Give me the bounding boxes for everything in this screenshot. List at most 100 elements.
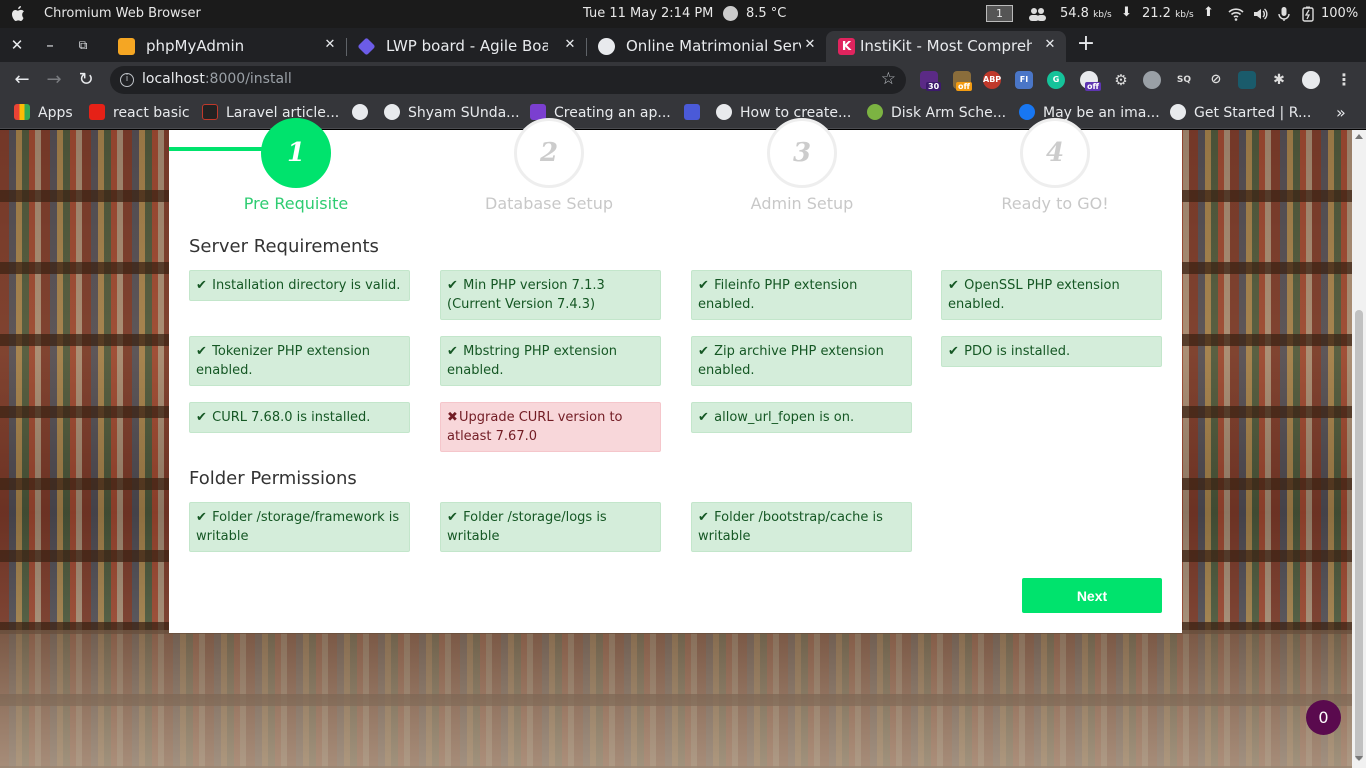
net-down-value: 54.8 bbox=[1060, 6, 1089, 21]
battery-icon[interactable] bbox=[1300, 6, 1316, 22]
window-close-icon[interactable]: ✕ bbox=[8, 36, 26, 54]
scrollbar-thumb[interactable] bbox=[1355, 310, 1363, 760]
bookmark-label: Apps bbox=[38, 105, 73, 121]
os-top-bar: Chromium Web Browser Tue 11 May 2:14 PM … bbox=[0, 0, 1366, 28]
requirement-text: CURL 7.68.0 is installed. bbox=[212, 410, 371, 425]
requirement-item: ✔ Zip archive PHP extension enabled. bbox=[691, 336, 912, 386]
check-icon: ✔ bbox=[698, 278, 709, 293]
tab-close-icon[interactable]: ✕ bbox=[1042, 37, 1058, 53]
back-arrow-icon[interactable]: ← bbox=[12, 70, 32, 90]
tab-strip: ✕ – ⧉ phpMyAdmin ✕ LWP board - Agile Boa… bbox=[0, 28, 1366, 62]
permission-text: Folder /storage/logs is writable bbox=[447, 510, 607, 544]
bookmark-label: Get Started | R... bbox=[1194, 105, 1312, 121]
permission-item: ✔ Folder /bootstrap/cache is writable bbox=[691, 502, 912, 552]
extension-slash-icon[interactable]: ⊘ bbox=[1207, 71, 1225, 89]
page-scrollbar[interactable] bbox=[1352, 130, 1366, 768]
chat-widget-button[interactable]: 0 bbox=[1306, 700, 1341, 735]
url-host: localhost bbox=[142, 71, 205, 87]
tab-title: LWP board - Agile Board - bbox=[386, 37, 548, 55]
address-bar[interactable]: i localhost:8000/install ☆ bbox=[110, 66, 906, 94]
extension-badge-off: off bbox=[1085, 82, 1101, 91]
extension-sq-icon[interactable]: SQ bbox=[1175, 71, 1193, 89]
requirement-item-failed: ✖Upgrade CURL version to atleast 7.67.0 bbox=[440, 402, 661, 452]
lwp-board-favicon-icon bbox=[357, 37, 376, 56]
volume-icon[interactable] bbox=[1252, 6, 1268, 22]
step-label: Ready to GO! bbox=[1001, 194, 1109, 213]
step-label: Database Setup bbox=[485, 194, 613, 213]
site-info-icon[interactable]: i bbox=[120, 73, 134, 87]
apps-grid-icon bbox=[14, 104, 30, 120]
net-down: 54.8 kb/s bbox=[1060, 6, 1112, 21]
check-icon: ✔ bbox=[196, 410, 207, 425]
requirement-text: Upgrade CURL version to atleast 7.67.0 bbox=[447, 410, 623, 444]
tab-close-icon[interactable]: ✕ bbox=[562, 37, 578, 53]
requirement-text: allow_url_fopen is on. bbox=[714, 410, 855, 425]
extension-teal-icon[interactable] bbox=[1238, 71, 1256, 89]
tab-lwp-board[interactable]: LWP board - Agile Board - ✕ bbox=[346, 31, 586, 62]
globe-icon bbox=[598, 38, 615, 55]
profile-avatar-icon[interactable] bbox=[1302, 71, 1320, 89]
scroll-up-icon[interactable] bbox=[1355, 134, 1363, 139]
bookmarks-overflow-icon[interactable]: » bbox=[1336, 103, 1346, 122]
step-number: 3 bbox=[767, 118, 837, 188]
permission-text: Folder /storage/framework is writable bbox=[196, 510, 400, 544]
browser-toolbar: ← → ↻ i localhost:8000/install ☆ 30 off … bbox=[0, 62, 1366, 98]
step-admin-setup[interactable]: 3 Admin Setup bbox=[732, 118, 872, 213]
next-button[interactable]: Next bbox=[1022, 578, 1162, 613]
check-icon: ✔ bbox=[447, 510, 458, 525]
requirement-text: PDO is installed. bbox=[964, 344, 1071, 359]
step-number: 2 bbox=[514, 118, 584, 188]
microphone-icon[interactable] bbox=[1276, 6, 1292, 22]
check-icon: ✔ bbox=[196, 344, 207, 359]
step-number: 4 bbox=[1020, 118, 1090, 188]
window-restore-icon[interactable]: ⧉ bbox=[74, 36, 92, 54]
extension-fi-icon[interactable]: FI bbox=[1015, 71, 1033, 89]
window-minimize-icon[interactable]: – bbox=[41, 36, 59, 54]
bookmark-get-started[interactable]: Get Started | R... bbox=[1170, 104, 1311, 124]
clock[interactable]: Tue 11 May 2:14 PM bbox=[583, 6, 713, 21]
extension-gear-icon[interactable]: ⚙ bbox=[1112, 71, 1130, 89]
tab-close-icon[interactable]: ✕ bbox=[802, 37, 818, 53]
url-path: :8000/install bbox=[204, 71, 292, 87]
step-pre-requisite[interactable]: 1 Pre Requisite bbox=[226, 118, 366, 213]
tab-online-matrimonial[interactable]: Online Matrimonial Servic ✕ bbox=[586, 31, 826, 62]
new-tab-button[interactable]: + bbox=[1076, 33, 1096, 55]
requirement-text: Installation directory is valid. bbox=[212, 278, 401, 293]
requirement-text: Mbstring PHP extension enabled. bbox=[447, 344, 618, 378]
scroll-down-icon[interactable] bbox=[1355, 756, 1363, 761]
step-ready-to-go[interactable]: 4 Ready to GO! bbox=[985, 118, 1125, 213]
requirement-item: ✔ OpenSSL PHP extension enabled. bbox=[941, 270, 1162, 320]
extension-circle-icon[interactable] bbox=[1143, 71, 1161, 89]
tab-close-icon[interactable]: ✕ bbox=[322, 37, 338, 53]
check-icon: ✔ bbox=[698, 410, 709, 425]
apple-menu-icon[interactable] bbox=[10, 5, 26, 23]
forward-arrow-icon[interactable]: → bbox=[44, 70, 64, 90]
server-requirements-heading: Server Requirements bbox=[189, 236, 379, 257]
adblock-icon[interactable]: ABP bbox=[983, 71, 1001, 89]
bookmark-apps[interactable]: Apps bbox=[14, 104, 73, 124]
tab-instikit[interactable]: K InstiKit - Most Comprehen ✕ bbox=[826, 31, 1066, 62]
browser-menu-icon[interactable]: ⋮ bbox=[1335, 71, 1353, 89]
extensions-puzzle-icon[interactable]: ✱ bbox=[1270, 71, 1288, 89]
folder-permissions-heading: Folder Permissions bbox=[189, 468, 357, 489]
requirement-item: ✔ PDO is installed. bbox=[941, 336, 1162, 367]
net-up-unit: kb/s bbox=[1175, 10, 1194, 20]
bookmark-star-icon[interactable]: ☆ bbox=[881, 69, 896, 89]
wifi-icon[interactable] bbox=[1228, 6, 1244, 22]
requirement-item: ✔ Min PHP version 7.1.3 (Current Version… bbox=[440, 270, 661, 320]
step-label: Pre Requisite bbox=[243, 194, 349, 213]
bookmark-react-basic[interactable]: react basic bbox=[89, 104, 190, 124]
grammarly-icon[interactable]: G bbox=[1047, 71, 1065, 89]
facebook-icon bbox=[684, 104, 700, 120]
globe-icon bbox=[384, 104, 400, 120]
globe-icon bbox=[716, 104, 732, 120]
temperature[interactable]: 8.5 °C bbox=[746, 6, 786, 21]
reload-icon[interactable]: ↻ bbox=[76, 70, 96, 90]
workspace-indicator[interactable]: 1 bbox=[986, 5, 1013, 22]
step-database-setup[interactable]: 2 Database Setup bbox=[479, 118, 619, 213]
bookmark-facebook[interactable] bbox=[684, 104, 708, 124]
url-text[interactable]: localhost:8000/install bbox=[142, 71, 292, 87]
tab-phpmyadmin[interactable]: phpMyAdmin ✕ bbox=[106, 31, 346, 62]
people-icon[interactable] bbox=[1028, 7, 1046, 21]
instikit-favicon-icon: K bbox=[838, 38, 855, 55]
